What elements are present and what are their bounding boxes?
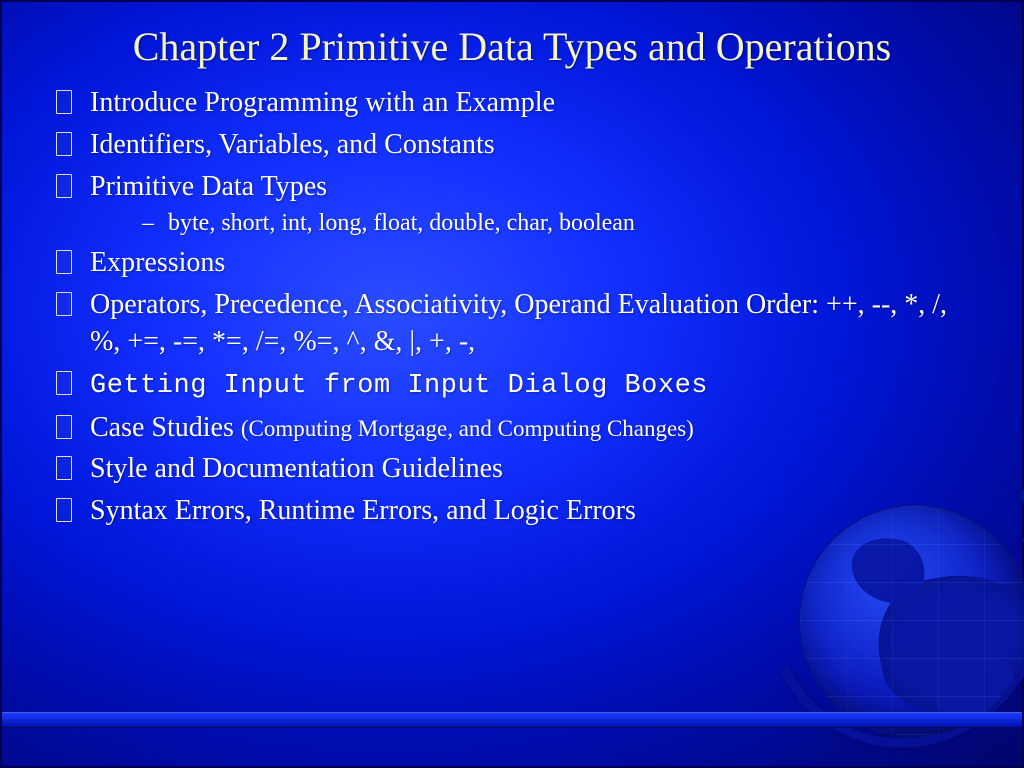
- bullet-text-paren: (Computing Mortgage, and Computing Chang…: [241, 416, 694, 441]
- bullet-item: Case Studies (Computing Mortgage, and Co…: [42, 409, 982, 447]
- sub-bullet-item: byte, short, int, long, float, double, c…: [142, 207, 982, 239]
- slide-title: Chapter 2 Primitive Data Types and Opera…: [2, 2, 1022, 80]
- bullet-item: Syntax Errors, Runtime Errors, and Logic…: [42, 492, 982, 530]
- sub-bullet-text: byte, short, int, long, float, double, c…: [168, 210, 635, 236]
- bullet-item: Introduce Programming with an Example: [42, 84, 982, 122]
- bullet-text: Syntax Errors, Runtime Errors, and Logic…: [90, 495, 636, 526]
- sub-bullet-list: byte, short, int, long, float, double, c…: [90, 207, 982, 239]
- bullet-text: Expressions: [90, 247, 225, 278]
- slide: Chapter 2 Primitive Data Types and Opera…: [0, 0, 1024, 768]
- bullet-item: Identifiers, Variables, and Constants: [42, 126, 982, 164]
- bullet-text: Case Studies: [90, 412, 241, 443]
- slide-body: Introduce Programming with an Example Id…: [2, 80, 1022, 530]
- bullet-item: Operators, Precedence, Associativity, Op…: [42, 286, 982, 362]
- bullet-text: Primitive Data Types: [90, 171, 327, 202]
- bullet-text: Introduce Programming with an Example: [90, 87, 555, 118]
- footer-stripe: [2, 712, 1022, 728]
- bullet-text: Identifiers, Variables, and Constants: [90, 129, 495, 160]
- bullet-item: Expressions: [42, 244, 982, 282]
- bullet-item: Getting Input from Input Dialog Boxes: [42, 365, 982, 404]
- bullet-text: Style and Documentation Guidelines: [90, 453, 503, 484]
- bullet-text-monospace: Getting Input from Input Dialog Boxes: [90, 371, 708, 401]
- bullet-text: Operators, Precedence, Associativity, Op…: [90, 289, 947, 358]
- bullet-item: Style and Documentation Guidelines: [42, 450, 982, 488]
- bullet-list: Introduce Programming with an Example Id…: [42, 84, 982, 530]
- bullet-item: Primitive Data Types byte, short, int, l…: [42, 168, 982, 240]
